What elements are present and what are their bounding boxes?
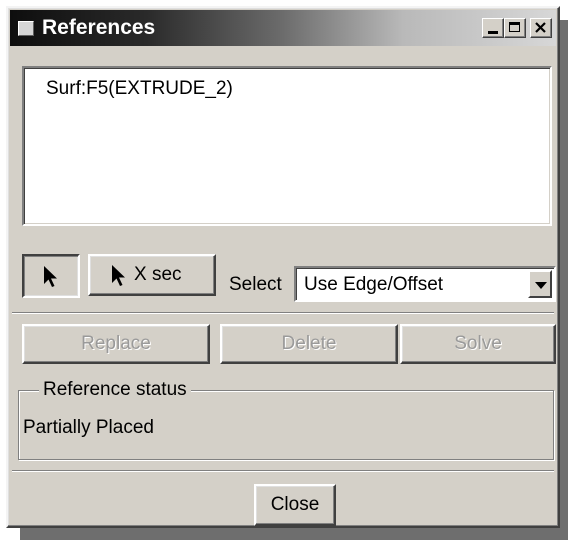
select-label: Select bbox=[229, 274, 282, 295]
arrow-cursor-icon bbox=[112, 265, 125, 286]
close-window-button[interactable] bbox=[530, 18, 552, 38]
solve-button[interactable]: Solve bbox=[400, 324, 556, 364]
delete-button[interactable]: Delete bbox=[220, 324, 398, 364]
title-bar[interactable]: References bbox=[10, 10, 556, 46]
close-button[interactable]: Close bbox=[254, 484, 336, 526]
maximize-icon bbox=[509, 22, 520, 32]
reference-status-value: Partially Placed bbox=[23, 417, 154, 438]
minimize-icon bbox=[488, 31, 498, 34]
dropdown-button[interactable] bbox=[528, 270, 552, 298]
window-title: References bbox=[42, 16, 156, 39]
divider bbox=[12, 470, 554, 472]
chevron-down-icon bbox=[535, 282, 547, 289]
select-value: Use Edge/Offset bbox=[304, 274, 444, 295]
references-list[interactable]: Surf:F5(EXTRUDE_2) bbox=[22, 66, 552, 226]
pick-reference-button[interactable] bbox=[22, 254, 80, 298]
divider bbox=[12, 312, 554, 314]
xsec-button[interactable]: X sec bbox=[88, 254, 216, 296]
window-icon bbox=[18, 21, 34, 36]
list-item[interactable]: Surf:F5(EXTRUDE_2) bbox=[46, 78, 233, 100]
minimize-button[interactable] bbox=[482, 18, 504, 38]
reference-status-label: Reference status bbox=[39, 379, 191, 401]
select-dropdown[interactable]: Use Edge/Offset bbox=[294, 266, 556, 302]
reference-status-group: Reference status Partially Placed bbox=[18, 379, 554, 460]
references-dialog: References Surf:F5(EXTRUDE_2) X sec Sele… bbox=[6, 6, 560, 528]
close-icon bbox=[535, 22, 546, 33]
xsec-label: X sec bbox=[134, 264, 182, 285]
maximize-button[interactable] bbox=[504, 18, 526, 38]
replace-button[interactable]: Replace bbox=[22, 324, 210, 364]
arrow-cursor-icon bbox=[44, 266, 57, 287]
